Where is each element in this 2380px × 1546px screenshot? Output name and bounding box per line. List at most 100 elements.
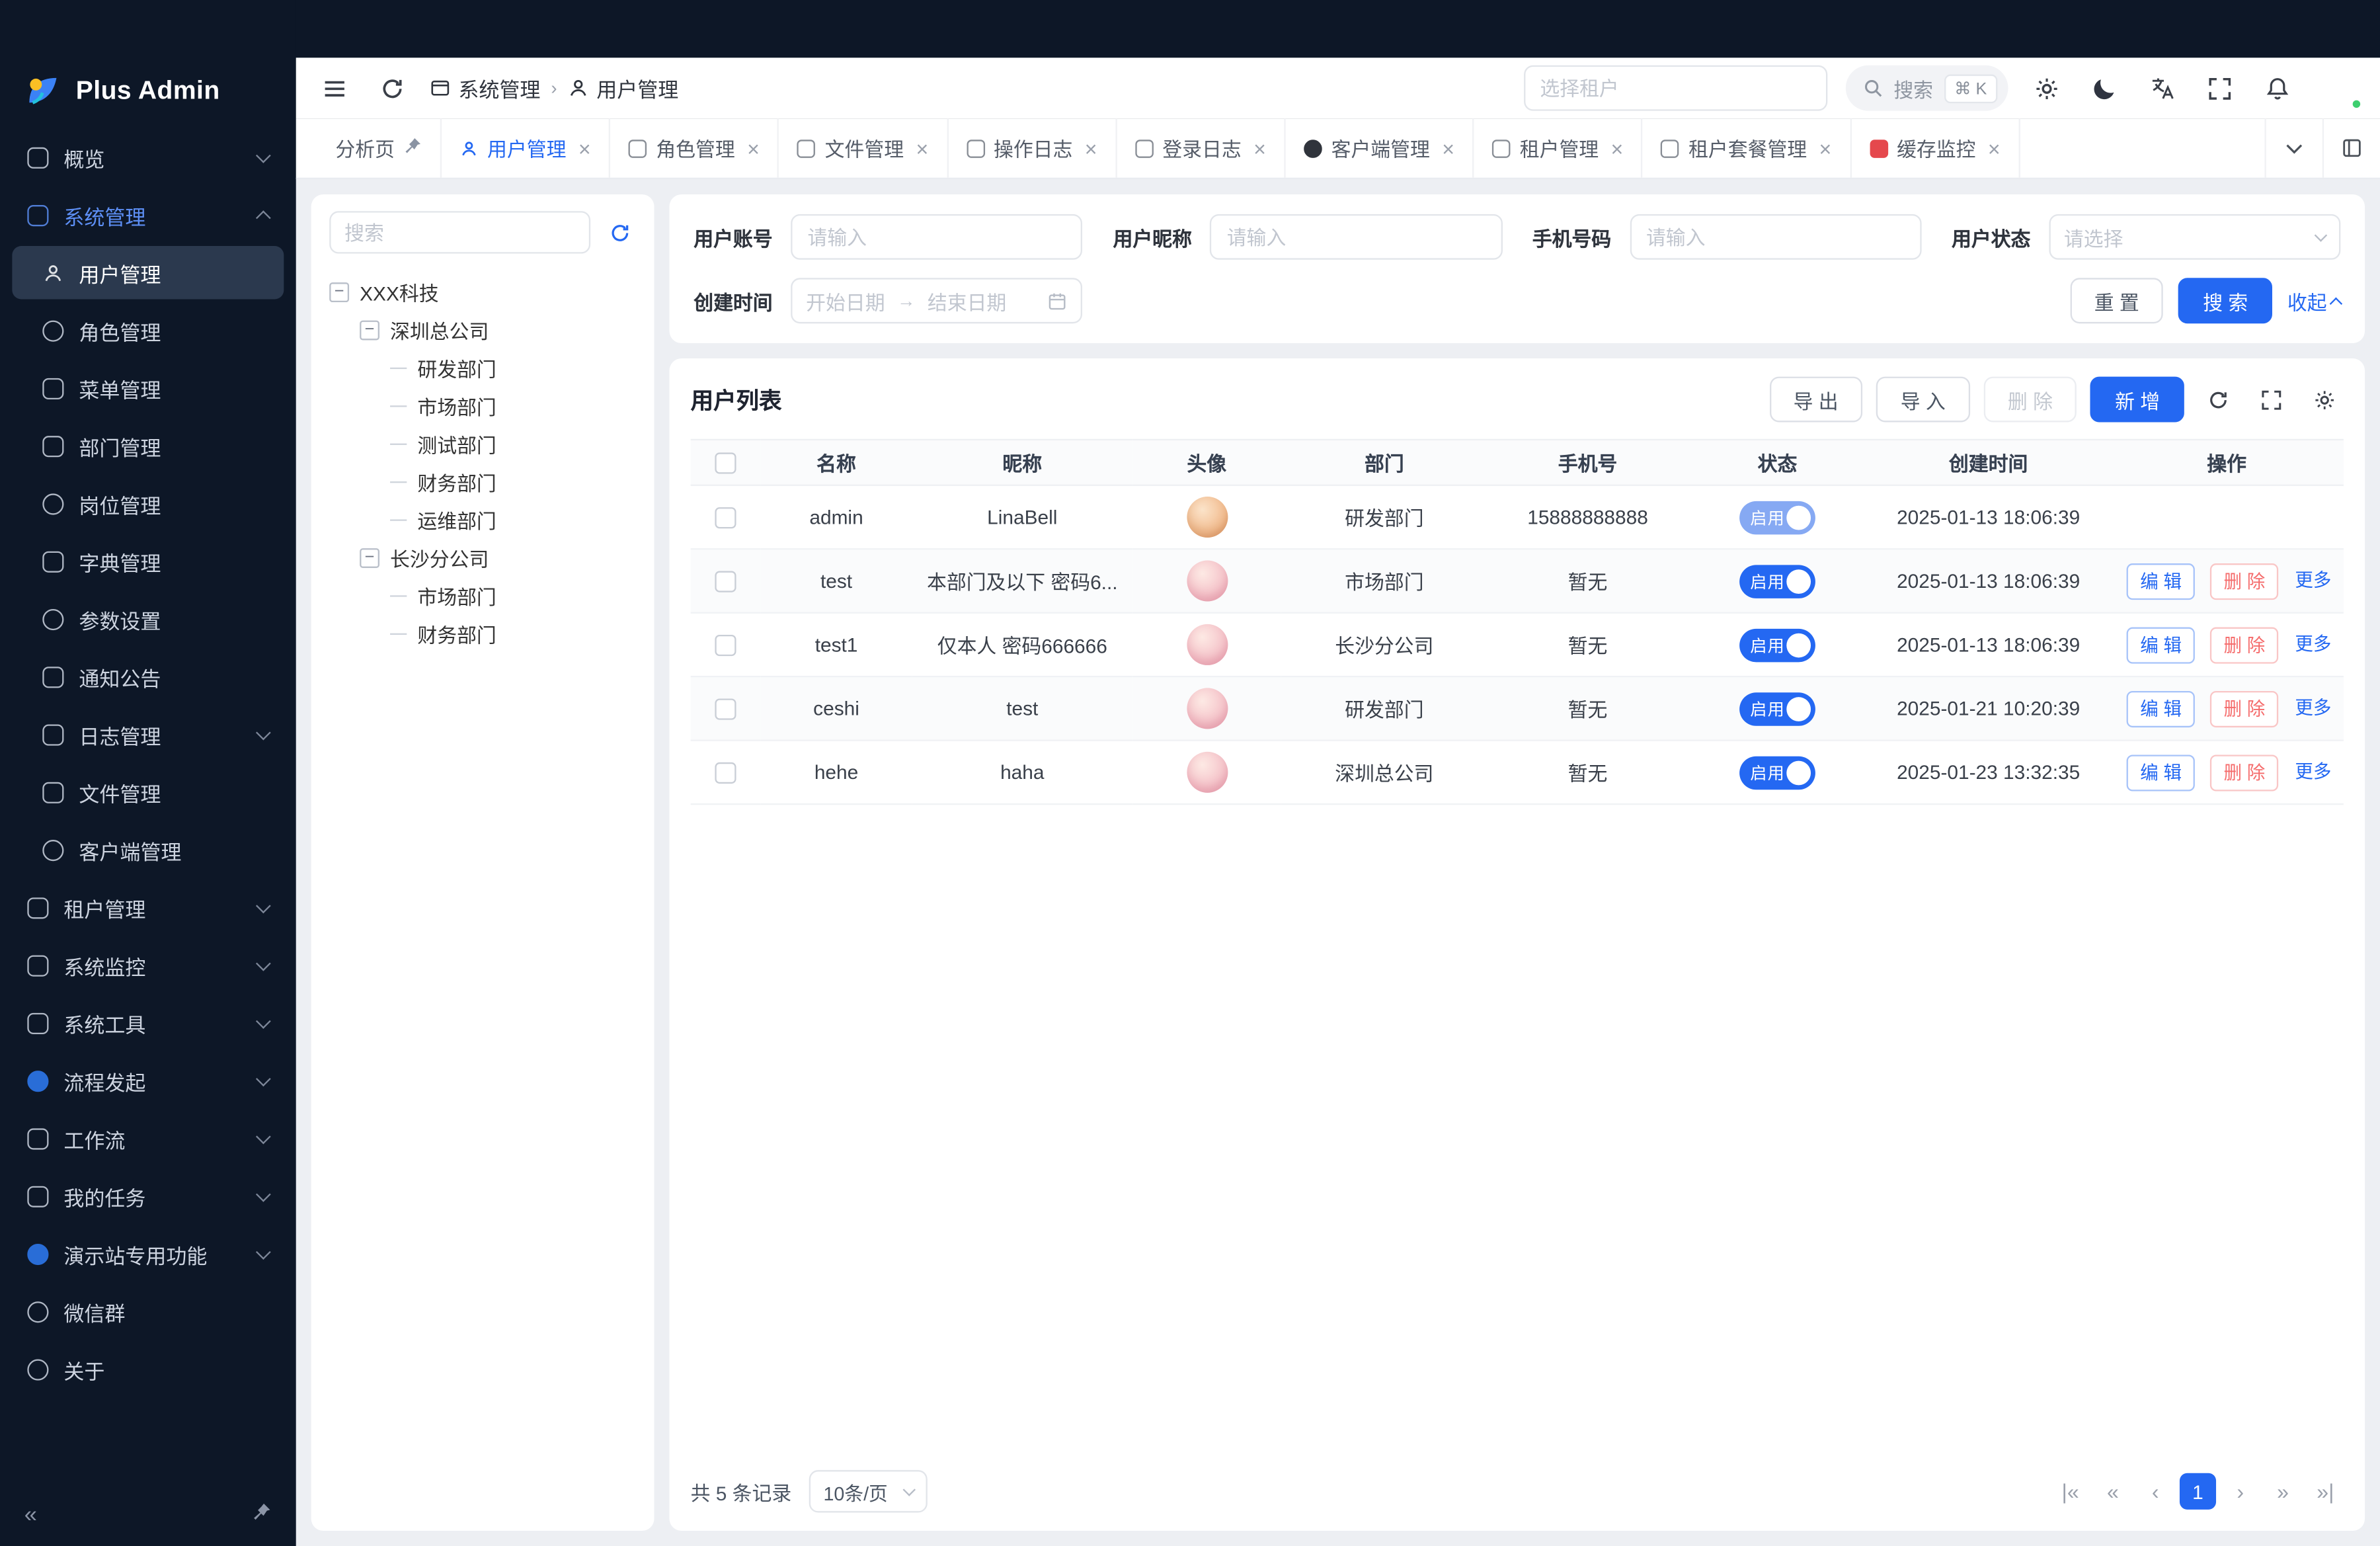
collapse-filters-link[interactable]: 收起 xyxy=(2287,286,2340,315)
settings-button[interactable] xyxy=(2026,68,2066,108)
row-delete-button[interactable]: 删 除 xyxy=(2210,690,2279,727)
collapse-node-icon[interactable]: − xyxy=(329,282,349,302)
row-checkbox[interactable] xyxy=(715,571,736,592)
last-page-button[interactable]: »| xyxy=(2307,1473,2344,1510)
more-button[interactable]: 更多 xyxy=(2295,569,2331,590)
next-page-button[interactable]: › xyxy=(2222,1473,2258,1510)
close-icon[interactable]: × xyxy=(916,138,928,159)
row-checkbox[interactable] xyxy=(715,635,736,657)
first-page-button[interactable]: |« xyxy=(2052,1473,2088,1510)
export-button[interactable]: 导 出 xyxy=(1769,377,1862,423)
row-checkbox[interactable] xyxy=(715,763,736,784)
status-select[interactable]: 请选择 xyxy=(2049,214,2340,260)
language-button[interactable] xyxy=(2142,68,2182,108)
tree-node-shenzhen-hq[interactable]: − 深圳总公司 xyxy=(329,311,636,349)
tab-cache-monitor[interactable]: 缓存监控 × xyxy=(1851,118,2020,178)
status-toggle[interactable]: 启用 xyxy=(1739,564,1815,598)
nickname-input[interactable] xyxy=(1210,214,1501,260)
breadcrumb-item-users[interactable]: 用户管理 xyxy=(568,73,679,103)
row-checkbox[interactable] xyxy=(715,508,736,529)
status-toggle[interactable]: 启用 xyxy=(1739,501,1815,534)
column-settings-button[interactable] xyxy=(2304,380,2344,419)
pin-sidebar-icon[interactable] xyxy=(252,1502,272,1527)
phone-input[interactable] xyxy=(1630,214,1921,260)
user-avatar[interactable] xyxy=(2320,67,2361,108)
tab-operation-logs[interactable]: 操作日志 × xyxy=(948,118,1117,178)
tab-users[interactable]: 用户管理 × xyxy=(442,118,610,178)
row-delete-button[interactable]: 删 除 xyxy=(2210,754,2279,790)
tab-clients[interactable]: 客户端管理 × xyxy=(1286,118,1474,178)
close-icon[interactable]: × xyxy=(1442,138,1454,159)
refresh-page-button[interactable] xyxy=(372,68,412,108)
sidebar-item-tenants[interactable]: 租户管理 xyxy=(12,881,284,934)
sidebar-item-system[interactable]: 系统管理 xyxy=(12,188,284,241)
table-refresh-button[interactable] xyxy=(2198,380,2237,419)
content-fullscreen-button[interactable] xyxy=(2322,118,2380,178)
close-icon[interactable]: × xyxy=(1988,138,2001,159)
sidebar-item-clients[interactable]: 客户端管理 xyxy=(12,823,284,876)
edit-button[interactable]: 编 辑 xyxy=(2127,626,2196,663)
close-icon[interactable]: × xyxy=(1253,138,1266,159)
close-icon[interactable]: × xyxy=(1819,138,1832,159)
tree-node-finance-dept[interactable]: 财务部门 xyxy=(329,463,636,501)
collapse-node-icon[interactable]: − xyxy=(360,548,379,568)
close-icon[interactable]: × xyxy=(747,138,760,159)
fullscreen-button[interactable] xyxy=(2200,68,2239,108)
sidebar-item-about[interactable]: 关于 xyxy=(12,1342,284,1395)
tab-files[interactable]: 文件管理 × xyxy=(779,118,948,178)
account-input[interactable] xyxy=(791,214,1082,260)
prev-fast-button[interactable]: « xyxy=(2094,1473,2131,1510)
tree-node-cs-market-dept[interactable]: 市场部门 xyxy=(329,577,636,615)
sidebar-item-notices[interactable]: 通知公告 xyxy=(12,650,284,703)
sidebar-item-flow[interactable]: 流程发起 xyxy=(12,1054,284,1107)
sidebar-item-tasks[interactable]: 我的任务 xyxy=(12,1169,284,1222)
status-toggle[interactable]: 启用 xyxy=(1739,756,1815,790)
pin-icon[interactable] xyxy=(404,137,422,159)
tab-analysis[interactable]: 分析页 xyxy=(317,118,442,178)
edit-button[interactable]: 编 辑 xyxy=(2127,563,2196,599)
date-range-picker[interactable]: 开始日期 → 结束日期 xyxy=(791,278,1082,323)
row-checkbox[interactable] xyxy=(715,699,736,720)
close-icon[interactable]: × xyxy=(1611,138,1624,159)
global-search-button[interactable]: 搜索 ⌘ K xyxy=(1845,65,2008,111)
status-toggle[interactable]: 启用 xyxy=(1739,692,1815,725)
reset-button[interactable]: 重 置 xyxy=(2070,278,2163,323)
menu-collapse-button[interactable] xyxy=(314,68,354,108)
sidebar-item-roles[interactable]: 角色管理 xyxy=(12,304,284,356)
add-button[interactable]: 新 增 xyxy=(2090,377,2184,423)
more-button[interactable]: 更多 xyxy=(2295,697,2331,718)
sidebar-item-users[interactable]: 用户管理 xyxy=(12,246,284,299)
collapse-sidebar-icon[interactable]: « xyxy=(24,1502,37,1527)
tree-node-rnd-dept[interactable]: 研发部门 xyxy=(329,349,636,387)
sidebar-item-workflow[interactable]: 工作流 xyxy=(12,1112,284,1164)
sidebar-item-departments[interactable]: 部门管理 xyxy=(12,419,284,472)
sidebar-item-posts[interactable]: 岗位管理 xyxy=(12,477,284,530)
import-button[interactable]: 导 入 xyxy=(1876,377,1969,423)
tab-login-logs[interactable]: 登录日志 × xyxy=(1117,118,1285,178)
collapse-node-icon[interactable]: − xyxy=(360,321,379,341)
sidebar-item-menus[interactable]: 菜单管理 xyxy=(12,362,284,415)
sidebar-item-demo[interactable]: 演示站专用功能 xyxy=(12,1227,284,1280)
next-fast-button[interactable]: » xyxy=(2265,1473,2301,1510)
close-icon[interactable]: × xyxy=(578,138,591,159)
tab-roles[interactable]: 角色管理 × xyxy=(610,118,779,178)
close-icon[interactable]: × xyxy=(1085,138,1097,159)
row-delete-button[interactable]: 删 除 xyxy=(2210,563,2279,599)
page-number-button[interactable]: 1 xyxy=(2180,1473,2216,1510)
tree-refresh-button[interactable] xyxy=(602,216,636,249)
delete-button[interactable]: 删 除 xyxy=(1983,377,2077,423)
sidebar-item-parameters[interactable]: 参数设置 xyxy=(12,592,284,645)
tree-node-test-dept[interactable]: 测试部门 xyxy=(329,425,636,463)
search-button[interactable]: 搜 索 xyxy=(2178,278,2272,323)
sidebar-item-wechat[interactable]: 微信群 xyxy=(12,1285,284,1338)
edit-button[interactable]: 编 辑 xyxy=(2127,754,2196,790)
select-all-checkbox[interactable] xyxy=(715,453,736,474)
tree-search-input[interactable] xyxy=(329,211,590,253)
status-toggle[interactable]: 启用 xyxy=(1739,628,1815,662)
tabs-dropdown-button[interactable] xyxy=(2265,118,2322,178)
more-button[interactable]: 更多 xyxy=(2295,760,2331,782)
tree-node-ops-dept[interactable]: 运维部门 xyxy=(329,501,636,539)
sidebar-item-files[interactable]: 文件管理 xyxy=(12,766,284,819)
brand[interactable]: Plus Admin xyxy=(0,58,296,124)
sidebar-item-tools[interactable]: 系统工具 xyxy=(12,997,284,1049)
